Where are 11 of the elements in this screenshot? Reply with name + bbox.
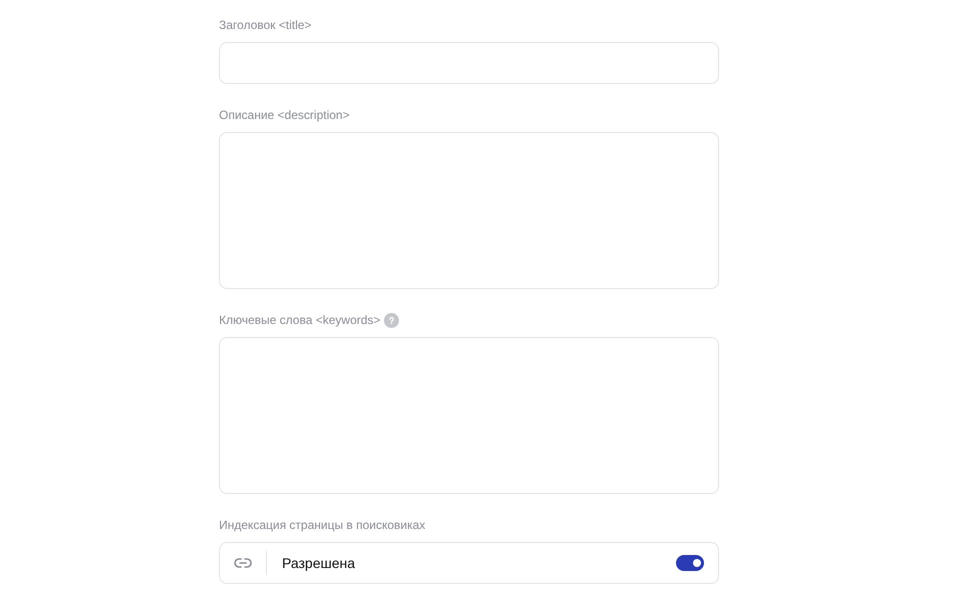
text-area[interactable] (219, 132, 719, 289)
text-area[interactable] (219, 337, 719, 494)
field-label: Описание <description> (219, 108, 350, 122)
indexing-status: Разрешена (282, 554, 356, 573)
help-icon[interactable] (384, 312, 400, 328)
text-input[interactable] (219, 42, 719, 84)
link-icon (234, 558, 252, 568)
field-label: Ключевые слова <keywords> (219, 313, 380, 327)
field-label: Индексация страницы в поисковиках (219, 518, 426, 532)
field-label: Заголовок <title> (219, 18, 312, 32)
toggle-switch[interactable] (676, 555, 704, 571)
